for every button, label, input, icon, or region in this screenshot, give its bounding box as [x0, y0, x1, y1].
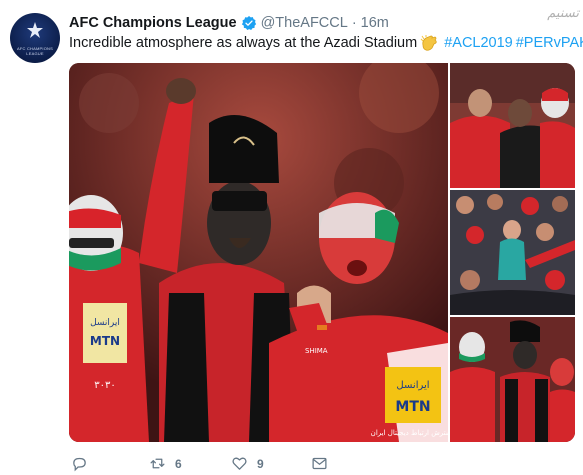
tweet-header: AFC Champions League @TheAFCCL · 16m: [69, 13, 389, 33]
clapping-hands-icon: [420, 35, 438, 51]
reply-icon: [73, 457, 86, 472]
left-sponsor-text: ایرانسل: [90, 318, 120, 328]
heart-icon: [232, 457, 247, 470]
hashtag-acl2019[interactable]: #ACL2019: [444, 35, 513, 51]
like-count: 9: [257, 456, 264, 471]
left-shirt-number: ۳۰۳۰: [94, 380, 115, 391]
main-shirt-text: گسترش ارتباط دیجیتال ایران: [371, 428, 448, 437]
author-handle[interactable]: @TheAFCCL: [261, 15, 348, 31]
tweet-actions: 6 9: [69, 455, 369, 475]
like-button[interactable]: 9: [231, 455, 264, 472]
photo-side-1[interactable]: [450, 63, 575, 188]
retweet-icon: [150, 458, 165, 469]
avatar-label: AFC CHAMPIONS LEAGUE: [17, 46, 53, 56]
main-sponsor-text: ایرانسل: [396, 380, 429, 391]
main-sponsor-mtn: MTN: [395, 399, 430, 415]
reply-button[interactable]: [71, 455, 97, 472]
share-dm-button[interactable]: [311, 455, 328, 472]
tweet-media: ایرانسل MTN ۳۰۳۰ ایرانسل MTN گسترش ارتبا…: [69, 63, 575, 442]
left-sponsor-mtn: MTN: [90, 334, 120, 348]
watermark: تسنیم: [547, 6, 579, 21]
hashtag-pervpak[interactable]: #PERvPAK: [516, 35, 583, 51]
retweet-count: 6: [175, 456, 182, 471]
photo-side-3[interactable]: [450, 317, 575, 442]
photo-main[interactable]: ایرانسل MTN ۳۰۳۰ ایرانسل MTN گسترش ارتبا…: [69, 63, 448, 442]
brand-text: SHIMA: [305, 347, 328, 355]
tweet-timestamp[interactable]: 16m: [361, 15, 389, 31]
photo-side-2[interactable]: [450, 190, 575, 315]
verified-badge-icon: [241, 15, 257, 31]
tweet-text: Incredible atmosphere as always at the A…: [69, 35, 583, 51]
retweet-button[interactable]: 6: [149, 455, 182, 472]
author-avatar[interactable]: AFC CHAMPIONS LEAGUE: [10, 13, 60, 63]
afc-logo-icon: [27, 22, 43, 38]
author-name[interactable]: AFC Champions League: [69, 15, 237, 31]
separator-dot: ·: [351, 15, 357, 31]
envelope-icon: [312, 457, 327, 470]
tweet-body: Incredible atmosphere as always at the A…: [69, 35, 418, 51]
